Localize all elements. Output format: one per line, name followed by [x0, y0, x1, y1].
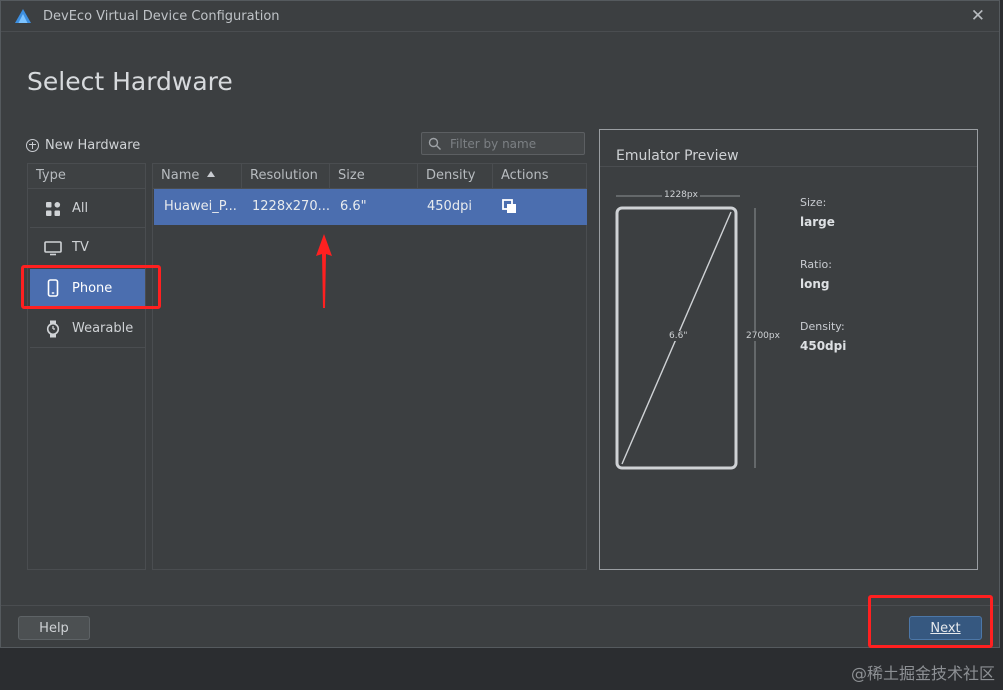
window-title: DevEco Virtual Device Configuration — [43, 9, 280, 24]
spec-size-label: Size: — [800, 196, 827, 209]
new-hardware-button[interactable]: New Hardware — [26, 136, 140, 154]
type-item-wearable[interactable]: Wearable — [30, 310, 145, 348]
cell-size: 6.6" — [340, 199, 367, 214]
footer-divider — [1, 605, 999, 606]
spec-density-value: 450dpi — [800, 339, 847, 353]
title-bar: DevEco Virtual Device Configuration ✕ — [1, 1, 999, 32]
copy-icon[interactable] — [502, 199, 518, 215]
annotation-arrow-icon — [316, 234, 332, 308]
type-item-all[interactable]: All — [30, 190, 145, 228]
close-icon[interactable]: ✕ — [971, 6, 985, 26]
annotation-box-next — [868, 595, 993, 648]
help-button[interactable]: Help — [18, 616, 90, 640]
watch-icon — [44, 320, 62, 338]
annotation-box-phone — [21, 265, 161, 309]
type-item-label: Wearable — [72, 321, 134, 336]
width-label: 1228px — [662, 190, 700, 200]
dialog-window: DevEco Virtual Device Configuration ✕ Se… — [0, 0, 1000, 648]
column-header-name[interactable]: Name — [153, 164, 242, 188]
column-header-size[interactable]: Size — [330, 164, 418, 188]
cell-density: 450dpi — [427, 199, 472, 214]
table-header: Name Resolution Size Density Actions — [153, 164, 586, 189]
sort-ascending-icon — [207, 171, 216, 177]
type-header: Type — [28, 164, 145, 189]
type-list: Type All TV Phone Wearable — [27, 163, 146, 570]
filter-field[interactable] — [421, 132, 585, 155]
filter-input[interactable] — [450, 135, 580, 152]
type-item-label: All — [72, 201, 89, 216]
spec-ratio-label: Ratio: — [800, 258, 832, 271]
height-label: 2700px — [744, 331, 782, 341]
cell-name: Huawei_P... — [164, 199, 237, 214]
type-item-tv[interactable]: TV — [30, 229, 145, 267]
watermark: @稀土掘金技术社区 — [850, 664, 995, 683]
add-circle-icon — [26, 138, 39, 152]
column-header-actions[interactable]: Actions — [493, 164, 586, 188]
search-icon — [428, 137, 441, 150]
column-header-density[interactable]: Density — [418, 164, 493, 188]
emulator-preview-panel: Emulator Preview 1228px 2700px 6.6" Size… — [599, 129, 978, 570]
spec-density-label: Density: — [800, 320, 845, 333]
cell-resolution: 1228x270... — [252, 199, 330, 214]
hardware-table: Name Resolution Size Density Actions Hua… — [152, 163, 587, 570]
table-row[interactable]: Huawei_P... 1228x270... 6.6" 450dpi — [154, 189, 587, 225]
grid-icon — [44, 200, 62, 218]
column-header-resolution[interactable]: Resolution — [242, 164, 330, 188]
tv-icon — [44, 239, 62, 257]
preview-divider — [600, 166, 977, 167]
preview-title: Emulator Preview — [616, 148, 739, 164]
deveco-logo-icon — [15, 9, 31, 23]
diagonal-label: 6.6" — [668, 331, 689, 341]
type-item-label: TV — [72, 240, 89, 255]
new-hardware-label: New Hardware — [45, 137, 141, 153]
page-title: Select Hardware — [27, 67, 233, 96]
spec-ratio-value: long — [800, 277, 830, 291]
spec-size-value: large — [800, 215, 835, 229]
